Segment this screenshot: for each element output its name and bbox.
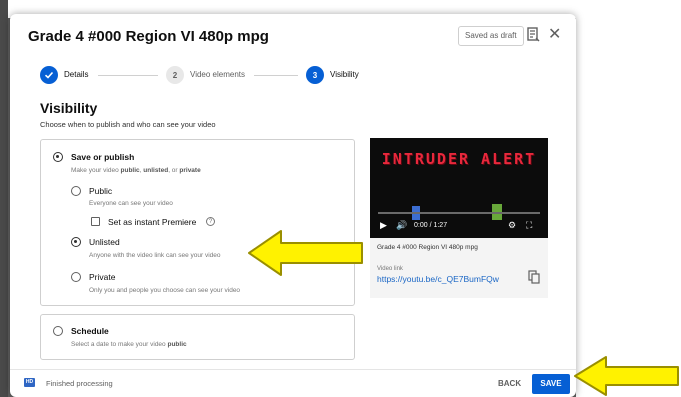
processing-status: Finished processing bbox=[46, 379, 113, 388]
visibility-heading: Visibility bbox=[40, 100, 98, 116]
fullscreen-icon[interactable]: ⛶ bbox=[526, 220, 532, 231]
dialog-title: Grade 4 #000 Region VI 480p mpg bbox=[28, 28, 269, 45]
public-label[interactable]: Public bbox=[89, 186, 112, 196]
play-icon[interactable]: ▶ bbox=[380, 220, 387, 231]
callout-arrow-save bbox=[574, 356, 679, 396]
saved-as-draft-badge: Saved as draft bbox=[458, 26, 524, 46]
step-connector bbox=[98, 75, 158, 76]
flag-report-icon[interactable] bbox=[525, 26, 541, 44]
unlisted-desc: Anyone with the video link can see your … bbox=[89, 252, 221, 259]
instant-premiere-checkbox[interactable] bbox=[91, 217, 100, 226]
step-video-elements-number[interactable]: 2 bbox=[166, 66, 184, 84]
close-icon[interactable]: ✕ bbox=[548, 24, 561, 44]
video-time: 0:00 / 1:27 bbox=[414, 222, 448, 229]
save-button[interactable]: SAVE bbox=[532, 374, 570, 394]
video-link[interactable]: https://youtu.be/c_QE7BumFQw bbox=[377, 274, 499, 284]
save-or-publish-label[interactable]: Save or publish bbox=[71, 152, 134, 162]
video-preview-card: INTRUDER ALERT ▶ 🔊 0:00 / 1:27 ⚙ ⛶ Grade… bbox=[370, 138, 548, 298]
volume-icon[interactable]: 🔊 bbox=[396, 220, 407, 231]
save-or-publish-radio[interactable] bbox=[53, 152, 63, 162]
settings-icon[interactable]: ⚙ bbox=[508, 220, 516, 231]
visibility-subtitle: Choose when to publish and who can see y… bbox=[40, 120, 216, 129]
unlisted-radio[interactable] bbox=[71, 237, 81, 247]
schedule-label[interactable]: Schedule bbox=[71, 326, 109, 336]
schedule-radio[interactable] bbox=[53, 326, 63, 336]
video-player[interactable]: INTRUDER ALERT ▶ 🔊 0:00 / 1:27 ⚙ ⛶ bbox=[370, 138, 548, 238]
schedule-desc: Select a date to make your video public bbox=[71, 341, 187, 348]
backdrop-right bbox=[576, 0, 681, 397]
private-label[interactable]: Private bbox=[89, 272, 115, 282]
help-icon[interactable]: ? bbox=[206, 217, 215, 226]
back-button[interactable]: BACK bbox=[494, 376, 525, 392]
step-details-label[interactable]: Details bbox=[64, 70, 88, 79]
dialog-footer: HD Finished processing BACK SAVE bbox=[10, 369, 576, 397]
video-link-label: Video link bbox=[377, 266, 403, 272]
private-desc: Only you and people you choose can see y… bbox=[89, 287, 241, 294]
step-connector bbox=[254, 75, 298, 76]
backdrop-left bbox=[0, 0, 8, 397]
schedule-panel: Schedule Select a date to make your vide… bbox=[40, 314, 355, 360]
callout-arrow-unlisted bbox=[248, 230, 363, 276]
public-desc: Everyone can see your video bbox=[89, 200, 173, 207]
step-visibility-number[interactable]: 3 bbox=[306, 66, 324, 84]
copy-icon[interactable] bbox=[528, 270, 540, 284]
unlisted-label[interactable]: Unlisted bbox=[89, 237, 120, 247]
video-overlay-text: INTRUDER ALERT bbox=[381, 150, 537, 168]
video-progress-bar[interactable] bbox=[378, 212, 540, 214]
hd-icon: HD bbox=[24, 378, 35, 387]
public-radio[interactable] bbox=[71, 186, 81, 196]
upload-dialog: Grade 4 #000 Region VI 480p mpg Saved as… bbox=[10, 14, 576, 397]
step-visibility-label[interactable]: Visibility bbox=[330, 70, 359, 79]
video-filename: Grade 4 #000 Region VI 480p mpg bbox=[377, 244, 478, 251]
step-details-check-icon[interactable] bbox=[40, 66, 58, 84]
step-video-elements-label[interactable]: Video elements bbox=[190, 70, 245, 79]
save-or-publish-panel: Save or publish Make your video public, … bbox=[40, 139, 355, 306]
instant-premiere-label[interactable]: Set as instant Premiere bbox=[108, 217, 196, 227]
save-or-publish-desc: Make your video public, unlisted, or pri… bbox=[71, 167, 201, 174]
upload-stepper: Details 2 Video elements 3 Visibility bbox=[40, 64, 380, 86]
private-radio[interactable] bbox=[71, 272, 81, 282]
